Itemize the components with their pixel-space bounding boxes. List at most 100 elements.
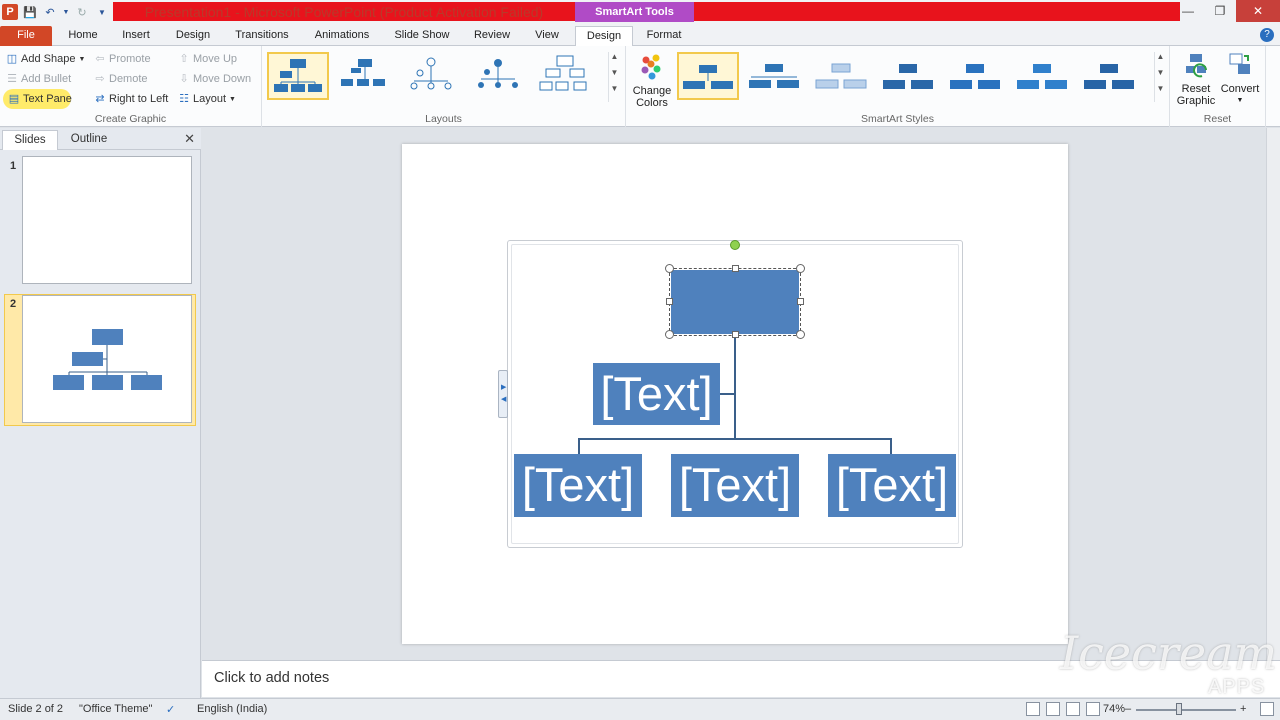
layout-thumb-hierarchy[interactable] bbox=[535, 52, 597, 100]
promote-button[interactable]: ⇦ Promote bbox=[94, 50, 150, 68]
style-thumb-4[interactable] bbox=[878, 52, 940, 100]
text-pane-button[interactable]: ▤ Text Pane bbox=[8, 90, 72, 108]
tab-animations[interactable]: Animations bbox=[306, 26, 378, 46]
powerpoint-app-icon[interactable]: P bbox=[2, 4, 18, 20]
style-thumb-6[interactable] bbox=[1012, 52, 1074, 100]
restore-icon[interactable]: ❐ bbox=[1204, 0, 1236, 22]
add-bullet-button[interactable]: ☰ Add Bullet bbox=[6, 70, 71, 88]
reset-graphic-label: Reset Graphic bbox=[1176, 83, 1216, 107]
tab-review[interactable]: Review bbox=[466, 26, 518, 46]
layout-thumb-circle-picture[interactable] bbox=[468, 52, 530, 100]
vertical-scrollbar[interactable] bbox=[1266, 128, 1280, 660]
change-colors-button[interactable]: Change Colors bbox=[630, 52, 674, 109]
save-icon[interactable]: 💾 bbox=[22, 4, 38, 20]
slide-editing-area: ▶ ◀ [Text] [Text] [Text] [Text] bbox=[202, 128, 1266, 660]
resize-handle-s[interactable] bbox=[732, 331, 739, 338]
reset-graphic-button[interactable]: Reset Graphic bbox=[1174, 50, 1218, 107]
scroll-up-icon[interactable]: ▲ bbox=[1155, 52, 1166, 68]
smartart-shape-assistant[interactable]: [Text] bbox=[593, 363, 720, 425]
layout-thumb-org-chart[interactable] bbox=[267, 52, 329, 100]
window-title: Presentation1 - Microsoft PowerPoint (Pr… bbox=[144, 4, 544, 20]
connector-left-drop bbox=[578, 438, 580, 454]
tab-outline[interactable]: Outline bbox=[60, 130, 118, 150]
chevron-down-icon: ▼ bbox=[229, 95, 236, 103]
style-thumb-5[interactable] bbox=[945, 52, 1007, 100]
more-icon[interactable]: ▼ bbox=[1155, 84, 1166, 100]
resize-handle-e[interactable] bbox=[797, 298, 804, 305]
resize-handle-sw[interactable] bbox=[665, 330, 674, 339]
slide-show-icon[interactable] bbox=[1086, 702, 1100, 716]
slide-thumbnail-2[interactable] bbox=[22, 295, 192, 423]
more-icon[interactable]: ▼ bbox=[609, 84, 620, 100]
move-down-label: Move Down bbox=[193, 73, 252, 85]
current-slide[interactable]: ▶ ◀ [Text] [Text] [Text] [Text] bbox=[402, 144, 1068, 644]
zoom-in-icon[interactable]: + bbox=[1240, 703, 1246, 715]
layout-button[interactable]: ☷ Layout ▼ bbox=[178, 90, 236, 108]
style-thumb-1[interactable] bbox=[677, 52, 739, 100]
resize-handle-ne[interactable] bbox=[796, 264, 805, 273]
language-indicator[interactable]: English (India) bbox=[197, 703, 267, 715]
tab-slide-show[interactable]: Slide Show bbox=[388, 26, 456, 46]
tab-file[interactable]: File bbox=[0, 26, 52, 46]
resize-handle-se[interactable] bbox=[796, 330, 805, 339]
tab-smartart-format[interactable]: Format bbox=[638, 26, 690, 46]
rotation-handle[interactable] bbox=[730, 240, 740, 250]
zoom-out-icon[interactable]: – bbox=[1125, 703, 1131, 715]
tab-design[interactable]: Design bbox=[170, 26, 216, 46]
undo-dropdown-icon[interactable]: ▼ bbox=[62, 4, 70, 20]
smartart-shape-child-2[interactable]: [Text] bbox=[671, 454, 799, 517]
customize-qat-icon[interactable]: ▼ bbox=[94, 4, 110, 20]
tab-smartart-design[interactable]: Design bbox=[575, 26, 633, 47]
convert-button[interactable]: Convert ▼ bbox=[1218, 50, 1262, 107]
styles-gallery-scroll[interactable]: ▲ ▼ ▼ bbox=[1154, 52, 1166, 102]
zoom-slider-track[interactable] bbox=[1136, 709, 1236, 711]
resize-handle-nw[interactable] bbox=[665, 264, 674, 273]
demote-button[interactable]: ⇨ Demote bbox=[94, 70, 147, 88]
smartart-tools-label: SmartArt Tools bbox=[575, 2, 694, 22]
tab-transitions[interactable]: Transitions bbox=[228, 26, 296, 46]
right-to-left-button[interactable]: ⇄ Right to Left bbox=[94, 90, 168, 108]
layouts-gallery-scroll[interactable]: ▲ ▼ ▼ bbox=[608, 52, 620, 102]
normal-view-icon[interactable] bbox=[1026, 702, 1040, 716]
scroll-down-icon[interactable]: ▼ bbox=[1155, 68, 1166, 84]
slide-thumbnail-1[interactable] bbox=[22, 156, 192, 284]
slide-sorter-icon[interactable] bbox=[1046, 702, 1060, 716]
move-down-button[interactable]: ⇩ Move Down bbox=[178, 70, 251, 88]
move-down-icon: ⇩ bbox=[179, 73, 189, 85]
reading-view-icon[interactable] bbox=[1066, 702, 1080, 716]
tab-home[interactable]: Home bbox=[62, 26, 104, 46]
zoom-level[interactable]: 74% bbox=[1103, 703, 1125, 715]
layout-thumb-name-title[interactable] bbox=[334, 52, 396, 100]
undo-icon[interactable]: ↶ bbox=[42, 4, 58, 20]
scroll-down-icon[interactable]: ▼ bbox=[609, 68, 620, 84]
resize-handle-w[interactable] bbox=[666, 298, 673, 305]
fit-slide-icon[interactable] bbox=[1260, 702, 1274, 716]
promote-icon: ⇦ bbox=[95, 53, 105, 65]
scroll-up-icon[interactable]: ▲ bbox=[609, 52, 620, 68]
add-shape-button[interactable]: ◫ Add Shape ▼ bbox=[6, 50, 86, 68]
style-thumb-3[interactable] bbox=[811, 52, 873, 100]
smartart-shape-child-3[interactable]: [Text] bbox=[828, 454, 956, 517]
style-thumb-7[interactable] bbox=[1079, 52, 1141, 100]
close-icon[interactable]: ✕ bbox=[1236, 0, 1280, 22]
style-thumb-2[interactable] bbox=[744, 52, 806, 100]
layouts-group-label: Layouts bbox=[425, 113, 462, 125]
tab-insert[interactable]: Insert bbox=[114, 26, 158, 46]
group-layouts: ▲ ▼ ▼ Layouts bbox=[262, 46, 626, 127]
minimize-icon[interactable]: — bbox=[1172, 0, 1204, 22]
add-bullet-icon: ☰ bbox=[7, 73, 17, 85]
zoom-slider-knob[interactable] bbox=[1176, 703, 1182, 715]
change-colors-label: Change Colors bbox=[632, 85, 672, 109]
redo-icon[interactable]: ↻ bbox=[74, 4, 90, 20]
layout-thumb-half-circle[interactable] bbox=[401, 52, 463, 100]
resize-handle-n[interactable] bbox=[732, 265, 739, 272]
close-pane-icon[interactable]: ✕ bbox=[184, 131, 195, 147]
move-up-button[interactable]: ⇧ Move Up bbox=[178, 50, 237, 68]
spell-check-icon[interactable]: ✓ bbox=[166, 703, 175, 716]
text-pane-toggle[interactable]: ▶ ◀ bbox=[498, 370, 508, 418]
smartart-shape-child-1[interactable]: [Text] bbox=[514, 454, 642, 517]
theme-name[interactable]: "Office Theme" bbox=[79, 703, 152, 715]
tab-slides[interactable]: Slides bbox=[2, 130, 58, 150]
help-icon[interactable]: ? bbox=[1260, 28, 1274, 42]
tab-view[interactable]: View bbox=[526, 26, 568, 46]
